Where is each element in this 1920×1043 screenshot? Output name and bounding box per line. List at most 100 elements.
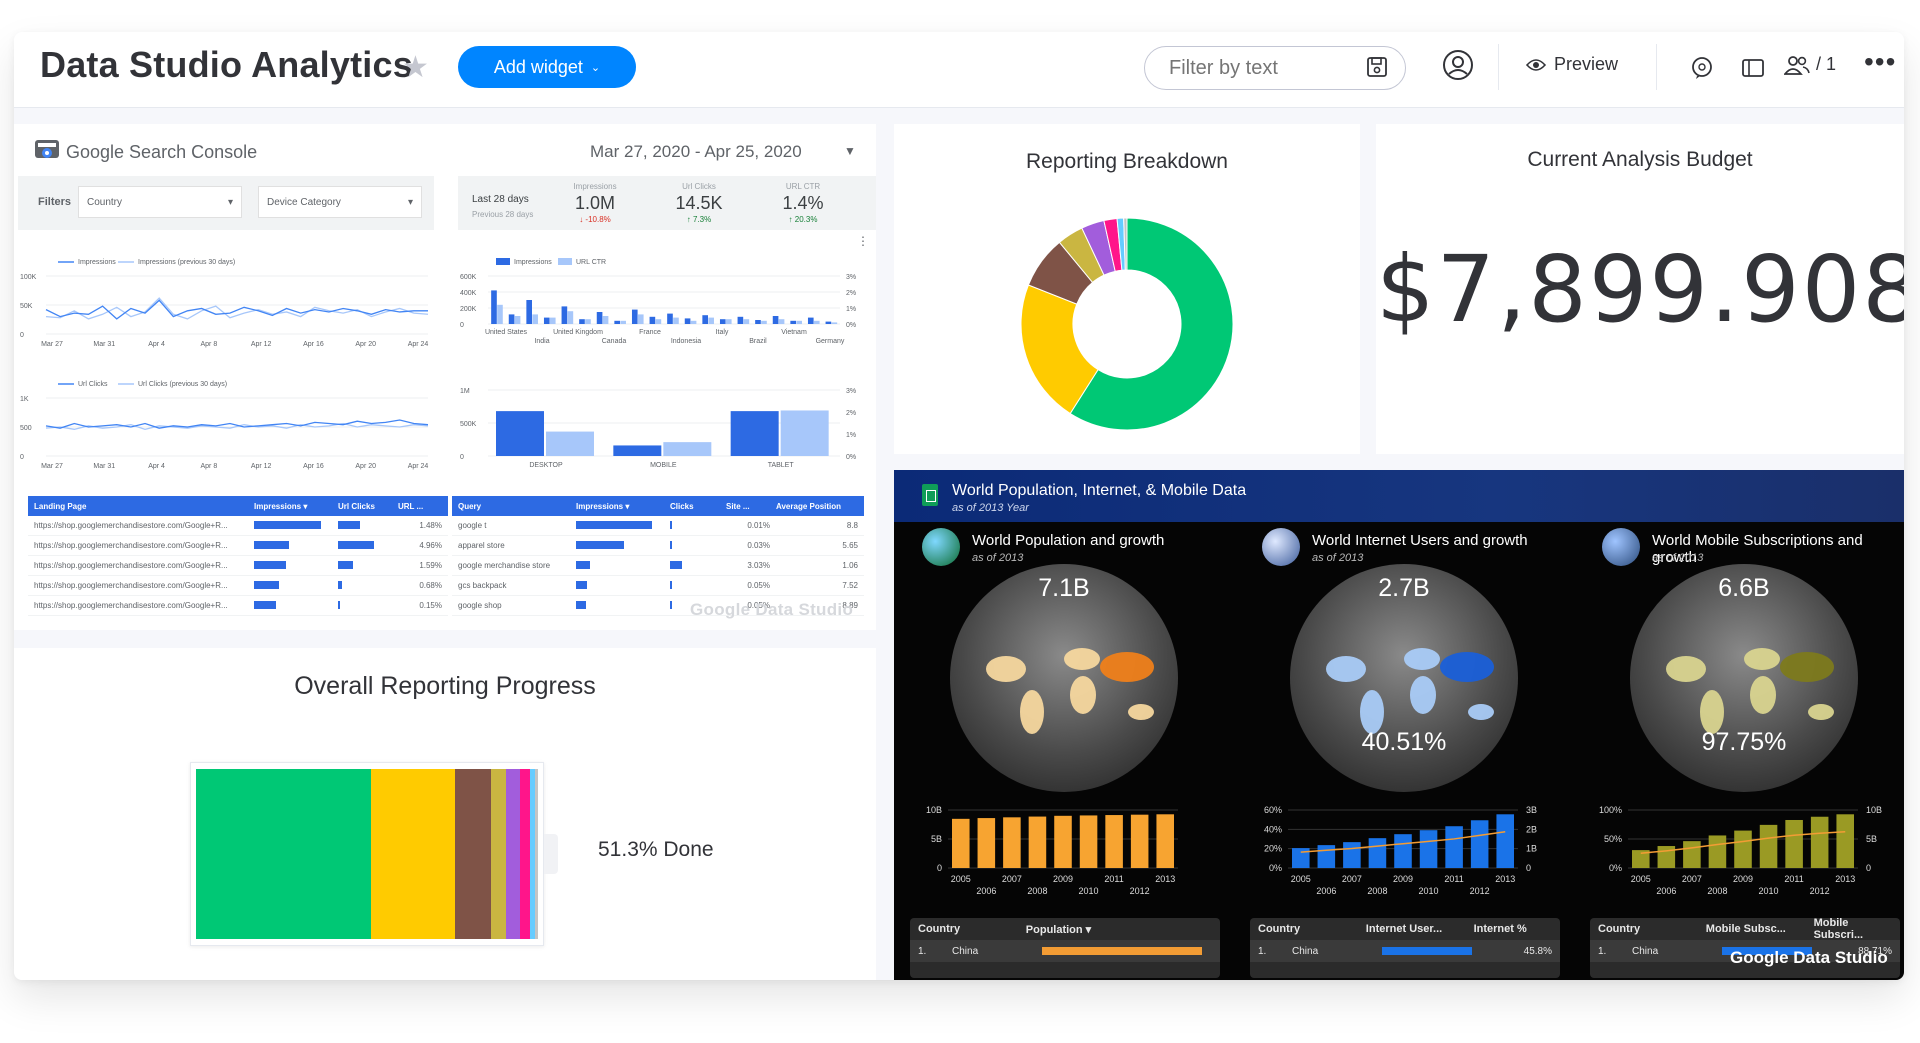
table-row[interactable]: https://shop.googlemerchandisestore.com/… [28,556,448,576]
users-button[interactable]: / 1 [1784,54,1836,75]
ctr-cell: 4.96% [419,541,442,550]
column-header[interactable]: Site ... [726,502,776,511]
y-tick-label: 50% [1604,834,1622,844]
y-tick-label: 20% [1264,844,1282,854]
growth-bar [977,818,996,868]
column-header[interactable]: Mobile Subsc... [1706,923,1814,935]
chat-icon[interactable] [1690,56,1714,80]
column-header[interactable]: Clicks [670,502,726,511]
bar-ctr [761,320,767,324]
bar-impressions [508,314,515,324]
panel-toggle-icon[interactable] [1742,58,1764,78]
more-options-icon[interactable]: ••• [1864,46,1896,78]
data-studio-watermark: Google Data Studio [690,600,854,619]
landing-page-cell[interactable]: https://shop.googlemerchandisestore.com/… [28,521,254,530]
column-subtitle: as of 2013 [1312,552,1364,564]
legend-label: Url Clicks [78,381,108,388]
landing-page-cell[interactable]: https://shop.googlemerchandisestore.com/… [28,561,254,570]
bar-impressions [772,316,779,324]
table-header: Country Internet User... Internet % [1250,918,1560,940]
budget-title: Current Analysis Budget [1527,148,1753,171]
x-tick-label: 2005 [951,874,971,884]
world-title: World Population, Internet, & Mobile Dat… [952,482,1247,499]
table-row[interactable]: gcs backpack 0.05% 7.52 [452,576,864,596]
device-filter[interactable]: Device Category ▾ [258,186,422,218]
column-header[interactable]: Country [1598,923,1706,935]
growth-bar [1156,814,1174,868]
clicks-bar [338,580,342,589]
y-tick-label: 400K [460,290,477,297]
save-filter-icon[interactable] [1366,56,1388,78]
bar-ctr [673,317,679,324]
query-cell[interactable]: google merchandise store [452,561,576,570]
table-row[interactable]: https://shop.googlemerchandisestore.com/… [28,516,448,536]
add-widget-button[interactable]: Add widget ⌄ [458,46,636,88]
x-tick-label: 2011 [1444,874,1463,884]
continent-shape [1020,690,1044,734]
continent-shape [1128,704,1154,720]
table-row[interactable]: 1. China [910,940,1220,962]
table-row[interactable]: https://shop.googlemerchandisestore.com/… [28,536,448,556]
landing-page-cell[interactable]: https://shop.googlemerchandisestore.com/… [28,541,254,550]
bar-ctr [620,320,626,324]
query-cell[interactable]: google t [452,521,576,530]
favorite-star-icon[interactable]: ★ [402,50,429,85]
world-data-widget: World Population, Internet, & Mobile Dat… [894,470,1904,980]
x-tick-label: Canada [602,338,627,345]
x-tick-label: 2006 [976,886,996,896]
column-header[interactable]: Impressions ▾ [254,502,338,511]
column-header[interactable]: Impressions ▾ [576,502,670,511]
dashboard-title[interactable]: Data Studio Analytics [40,44,413,86]
table-row[interactable]: https://shop.googlemerchandisestore.com/… [28,596,448,616]
x-tick-label: 2005 [1291,874,1311,884]
column-header[interactable]: Internet User... [1366,923,1474,935]
country-filter[interactable]: Country ▾ [78,186,242,218]
column-header[interactable]: URL ... [398,502,448,511]
bar-impressions [579,319,585,324]
bar-impressions [496,411,544,456]
table-row[interactable]: google t 0.01% 8.8 [452,516,864,536]
query-cell[interactable]: apparel store [452,541,576,550]
progress-segment [454,769,491,939]
column-header[interactable]: Internet % [1474,923,1552,935]
kebab-menu-icon[interactable]: ⋮ [857,234,869,248]
growth-bar [1683,841,1701,868]
x-tick-label: Mar 27 [41,463,63,470]
x-tick-label: Mar 31 [93,341,115,348]
query-cell[interactable]: gcs backpack [452,581,576,590]
y-tick-label: 60% [1264,805,1282,815]
column-header[interactable]: Query [452,502,576,511]
bar-impressions [526,300,532,324]
column-header[interactable]: Url Clicks [338,502,398,511]
ctr-cell: 3.03% [747,561,770,570]
impressions-bar [576,580,588,589]
bar-impressions [755,320,761,324]
table-row[interactable]: google merchandise store 3.03% 1.06 [452,556,864,576]
preview-button[interactable]: Preview [1526,54,1618,75]
column-header[interactable]: Landing Page [28,502,254,511]
bar-ctr [602,316,609,324]
date-range-selector[interactable]: Mar 27, 2020 - Apr 25, 2020 [590,142,802,162]
column-title: World Internet Users and growth [1312,532,1528,549]
bar-ctr [549,317,556,324]
y-tick-label: 500 [20,425,32,432]
x-tick-label: Italy [716,329,729,336]
column-header[interactable]: Average Position [776,502,864,511]
column-header[interactable]: Mobile Subscri... [1814,917,1892,941]
table-row[interactable]: https://shop.googlemerchandisestore.com/… [28,576,448,596]
column-header[interactable]: Country [1258,923,1366,935]
column-header[interactable]: Country [918,923,1026,935]
bar-impressions [491,290,497,324]
table-row[interactable]: apparel store 0.03% 5.65 [452,536,864,556]
query-cell[interactable]: google shop [452,601,576,610]
landing-page-cell[interactable]: https://shop.googlemerchandisestore.com/… [28,581,254,590]
column-header[interactable]: Population ▾ [1026,923,1134,936]
date-range-dropdown-icon[interactable]: ▼ [844,144,856,158]
x-tick-label: Apr 4 [148,341,165,348]
dashboard-header: Data Studio Analytics ★ Add widget ⌄ Prev… [14,32,1904,108]
landing-page-cell[interactable]: https://shop.googlemerchandisestore.com/… [28,601,254,610]
user-profile-icon[interactable] [1441,48,1475,82]
table-row[interactable]: 1. China 45.8% [1250,940,1560,962]
world-header: World Population, Internet, & Mobile Dat… [894,470,1904,522]
x-tick-label: Apr 20 [355,341,376,348]
